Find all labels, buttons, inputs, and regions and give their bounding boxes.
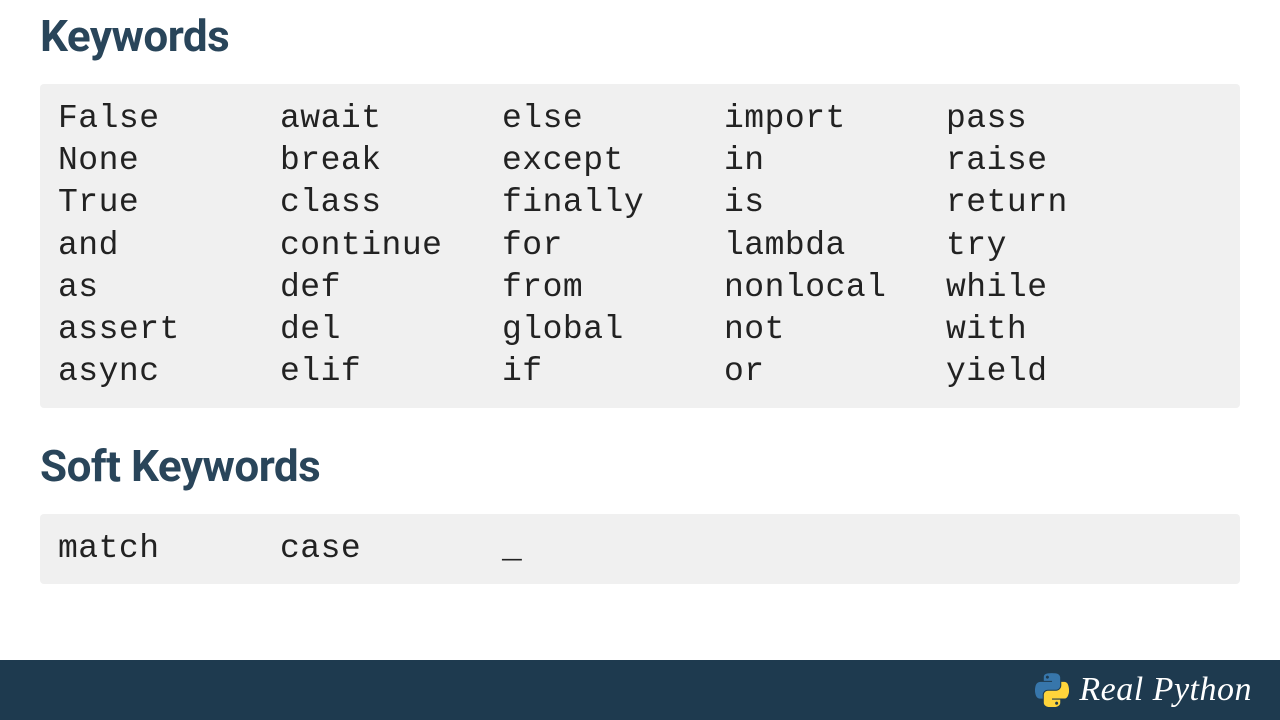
keyword: False [58, 98, 280, 140]
keyword: in [724, 140, 946, 182]
keyword: else [502, 98, 724, 140]
keyword: await [280, 98, 502, 140]
slide-content: Keywords False None True and as assert a… [0, 0, 1280, 584]
keywords-column: else except finally for from global if [502, 98, 724, 394]
keyword: with [946, 309, 1168, 351]
keyword: if [502, 351, 724, 393]
keyword: import [724, 98, 946, 140]
soft-keyword: match [58, 528, 280, 570]
soft-keyword: case [280, 528, 502, 570]
keyword: and [58, 225, 280, 267]
keyword: break [280, 140, 502, 182]
keyword: continue [280, 225, 502, 267]
keyword: raise [946, 140, 1168, 182]
soft-keywords-row: match case _ [58, 528, 1222, 570]
keyword: yield [946, 351, 1168, 393]
keyword: elif [280, 351, 502, 393]
soft-keyword: _ [502, 528, 724, 570]
keyword: assert [58, 309, 280, 351]
keyword: or [724, 351, 946, 393]
keyword: for [502, 225, 724, 267]
keyword: global [502, 309, 724, 351]
keywords-grid: False None True and as assert async awai… [58, 98, 1222, 394]
keyword: try [946, 225, 1168, 267]
keywords-heading: Keywords [40, 10, 1240, 62]
keyword: while [946, 267, 1168, 309]
keywords-column: False None True and as assert async [58, 98, 280, 394]
keyword: None [58, 140, 280, 182]
keyword: lambda [724, 225, 946, 267]
keyword: class [280, 182, 502, 224]
keyword: not [724, 309, 946, 351]
footer-brand-text: Real Python [1079, 671, 1252, 709]
soft-keywords-heading: Soft Keywords [40, 440, 1240, 492]
footer-logo: Real Python [1035, 671, 1252, 709]
keyword: nonlocal [724, 267, 946, 309]
keywords-column: import in is lambda nonlocal not or [724, 98, 946, 394]
keyword: except [502, 140, 724, 182]
keywords-code-block: False None True and as assert async awai… [40, 84, 1240, 408]
soft-keywords-code-block: match case _ [40, 514, 1240, 584]
keyword: True [58, 182, 280, 224]
keyword: as [58, 267, 280, 309]
keyword: async [58, 351, 280, 393]
keyword: return [946, 182, 1168, 224]
keyword: pass [946, 98, 1168, 140]
keyword: is [724, 182, 946, 224]
slide: Keywords False None True and as assert a… [0, 0, 1280, 720]
keyword: finally [502, 182, 724, 224]
keywords-column: await break class continue def del elif [280, 98, 502, 394]
python-icon [1035, 673, 1069, 707]
keywords-column: pass raise return try while with yield [946, 98, 1168, 394]
keyword: from [502, 267, 724, 309]
keyword: del [280, 309, 502, 351]
footer-bar: Real Python [0, 660, 1280, 720]
keyword: def [280, 267, 502, 309]
